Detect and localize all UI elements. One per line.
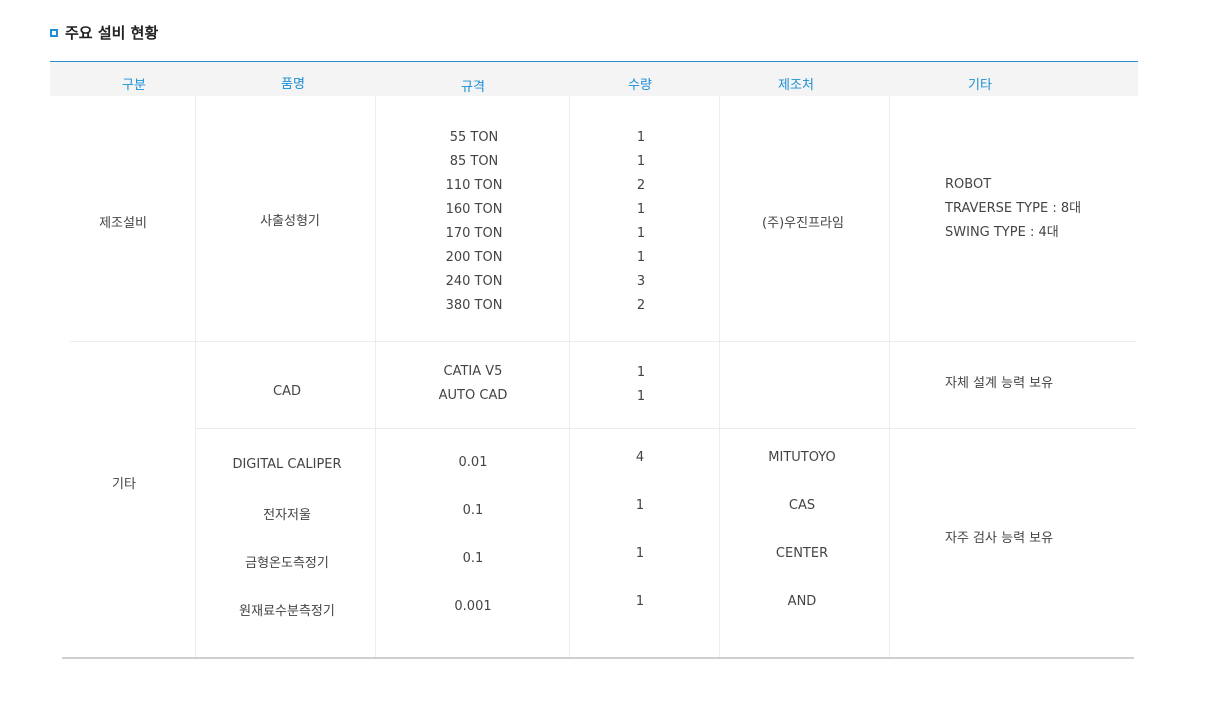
- maker-and: AND: [787, 594, 817, 609]
- table-header: 구분 품명 규격 수량 제조처 기타: [50, 61, 1138, 96]
- quantity-value: 1: [636, 250, 646, 265]
- table-body: 제조설비 사출성형기 55 TON 85 TON 110 TON 160 TON…: [50, 95, 1138, 659]
- col-divider: [719, 95, 720, 657]
- quantity-value: 1: [636, 130, 646, 145]
- cad-spec-list: CATIA V5 AUTO CAD: [439, 360, 508, 408]
- section-title: 주요 설비 현황: [50, 22, 158, 43]
- item-electronic-scale: 전자저울: [263, 508, 311, 523]
- category-other: 기타: [112, 477, 136, 492]
- note-value: ROBOT: [945, 177, 992, 192]
- spec-value: 0.001: [454, 599, 492, 614]
- item-digital-caliper: DIGITAL CALIPER: [232, 457, 342, 472]
- cad-note: 자체 설계 능력 보유: [945, 376, 1054, 391]
- item-injection-molding: 사출성형기: [260, 214, 320, 229]
- note-value: TRAVERSE TYPE : 8대: [945, 201, 1082, 216]
- col-divider: [569, 95, 570, 657]
- quantity-value: 1: [635, 594, 645, 609]
- inspection-note: 자주 검사 능력 보유: [945, 531, 1054, 546]
- spec-value: 240 TON: [445, 274, 503, 289]
- spec-value: 55 TON: [449, 130, 499, 145]
- col-divider: [889, 95, 890, 657]
- cad-quantity-list: 1 1: [637, 361, 645, 409]
- notes-list: ROBOT TRAVERSE TYPE : 8대 SWING TYPE : 4대: [945, 173, 1081, 245]
- spec-value: 0.1: [462, 503, 484, 518]
- quantity-value: 1: [636, 202, 646, 217]
- quantity-value: 2: [636, 178, 646, 193]
- equipment-table: 구분 품명 규격 수량 제조처 기타 제조설비 사출성형기 55 TON 85 …: [50, 61, 1138, 659]
- spec-list: 55 TON 85 TON 110 TON 160 TON 170 TON 20…: [446, 126, 503, 318]
- header-item: 품명: [281, 77, 305, 92]
- section-title-text: 주요 설비 현황: [65, 24, 159, 42]
- header-maker: 제조처: [778, 78, 814, 93]
- spec-value: 85 TON: [449, 154, 499, 169]
- square-bullet-icon: [50, 28, 58, 37]
- maker-center: CENTER: [775, 546, 829, 561]
- maker-woojin: (주)우진프라임: [762, 216, 844, 231]
- row-divider: [195, 428, 1136, 429]
- spec-value: 0.01: [458, 455, 488, 470]
- header-spec: 규격: [461, 80, 485, 95]
- header-notes: 기타: [968, 78, 992, 93]
- quantity-value: 1: [636, 226, 646, 241]
- quantity-value: 4: [635, 450, 645, 465]
- item-mold-thermometer: 금형온도측정기: [245, 556, 329, 571]
- spec-value: 160 TON: [445, 202, 503, 217]
- quantity-value: 2: [636, 298, 646, 313]
- spec-value: 110 TON: [445, 178, 503, 193]
- header-quantity: 수량: [628, 78, 652, 93]
- spec-value: 0.1: [462, 551, 484, 566]
- quantity-list: 1 1 2 1 1 1 3 2: [637, 126, 645, 318]
- spec-value: 380 TON: [445, 298, 503, 313]
- quantity-value: 1: [635, 498, 645, 513]
- maker-mitutoyo: MITUTOYO: [768, 450, 836, 465]
- quantity-value: 3: [636, 274, 646, 289]
- quantity-value: 1: [636, 365, 646, 380]
- item-cad: CAD: [273, 384, 301, 399]
- header-category: 구분: [122, 78, 146, 93]
- quantity-value: 1: [636, 389, 646, 404]
- spec-value: CATIA V5: [443, 364, 503, 379]
- quantity-value: 1: [636, 154, 646, 169]
- maker-cas: CAS: [788, 498, 816, 513]
- item-moisture-meter: 원재료수분측정기: [239, 604, 335, 619]
- col-divider: [195, 95, 196, 657]
- quantity-value: 1: [635, 546, 645, 561]
- table-bottom-border: [62, 657, 1134, 659]
- row-divider: [70, 341, 1136, 342]
- note-value: SWING TYPE : 4대: [945, 225, 1059, 240]
- category-manufacturing: 제조설비: [99, 216, 147, 231]
- spec-value: 200 TON: [445, 250, 503, 265]
- spec-value: AUTO CAD: [438, 388, 508, 403]
- spec-value: 170 TON: [445, 226, 503, 241]
- col-divider: [375, 95, 376, 657]
